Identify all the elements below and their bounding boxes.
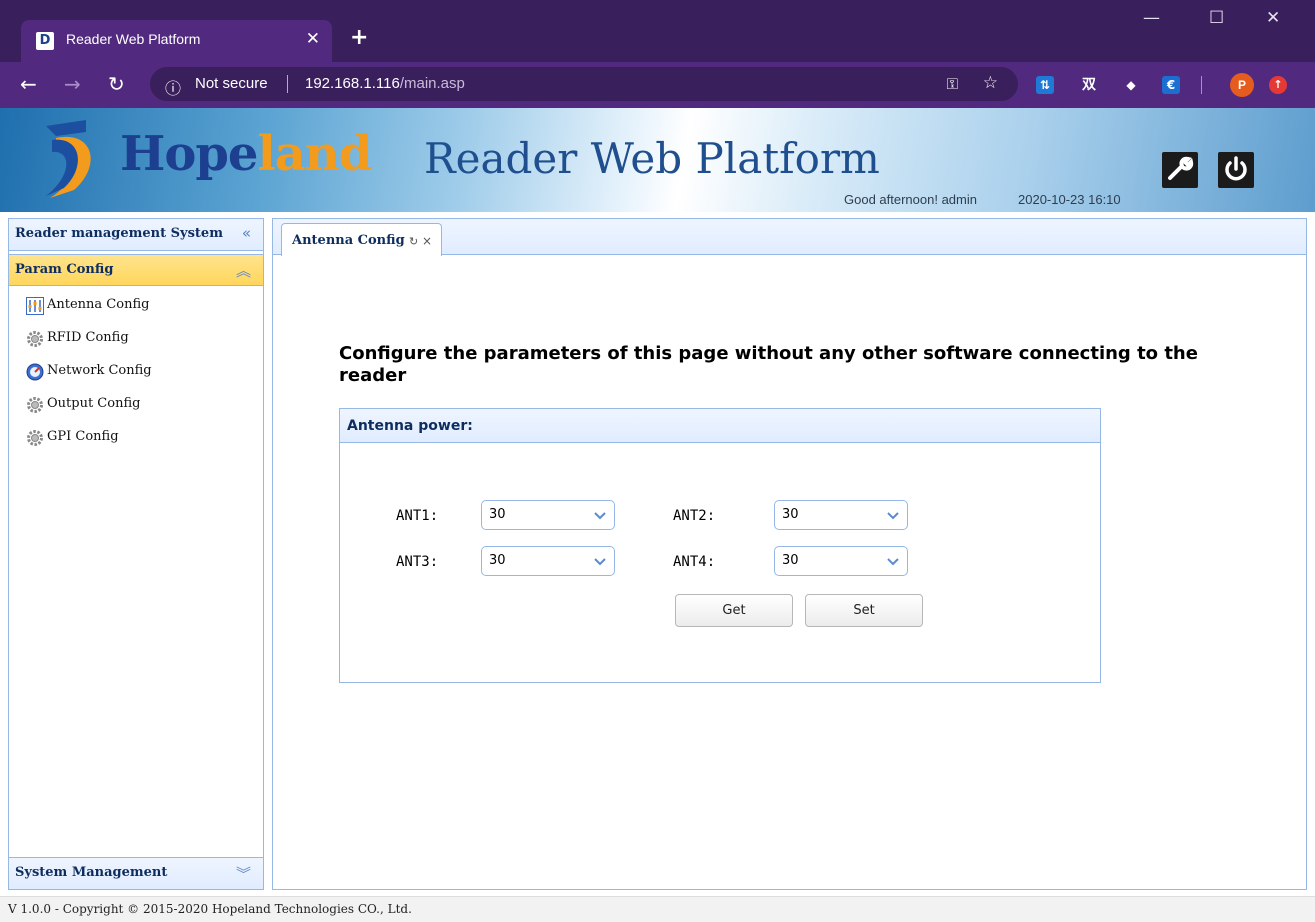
url-host: 192.168.1.116	[305, 75, 400, 92]
wrench-icon	[1168, 156, 1194, 180]
chevron-down-icon	[594, 512, 606, 520]
favicon-icon: D	[36, 32, 54, 50]
menu-item-label: Network Config	[47, 363, 152, 378]
ext-shuang-icon[interactable]: 双	[1080, 76, 1098, 94]
browser-tab-bar: D Reader Web Platform ✕ + — ☐ ✕	[0, 0, 1315, 62]
close-icon[interactable]: ×	[422, 234, 432, 248]
security-label[interactable]: Not secure	[195, 75, 268, 92]
browser-toolbar: ← → ↻ ⓘ Not secure 192.168.1.116/main.as…	[0, 62, 1315, 108]
antenna-power-panel: Antenna power: ANT1: 30 ANT2: 30 ANT3: 3…	[339, 408, 1101, 683]
gear-icon	[27, 430, 43, 446]
chevron-down-icon	[887, 512, 899, 520]
ant2-power-select[interactable]: 30	[774, 500, 908, 530]
ant4-power-select[interactable]: 30	[774, 546, 908, 576]
chevron-down-icon	[594, 558, 606, 566]
box-ext-icon[interactable]: ◆	[1122, 76, 1140, 94]
brand-accent: land	[257, 126, 372, 182]
antenna-icon	[26, 297, 44, 315]
menu-item-label: Antenna Config	[47, 297, 150, 312]
main-panel: Antenna Config ↻ × Configure the paramet…	[272, 218, 1307, 890]
copyright-text: V 1.0.0 - Copyright © 2015-2020 Hopeland…	[8, 902, 412, 916]
address-divider	[287, 75, 288, 93]
gear-icon	[27, 331, 43, 347]
info-icon[interactable]: ⓘ	[165, 75, 181, 99]
settings-wrench-button[interactable]	[1162, 152, 1198, 188]
power-button[interactable]	[1218, 152, 1254, 188]
set-button-label: Set	[853, 603, 875, 618]
url-path: /main.asp	[399, 75, 465, 92]
content-tab-strip: Antenna Config ↻ ×	[273, 219, 1306, 256]
panel-header: Antenna power:	[340, 409, 1100, 443]
brand-main: Hope	[120, 126, 258, 182]
ant3-label: ANT3:	[396, 554, 439, 570]
reload-icon[interactable]: ↻	[108, 72, 125, 96]
forward-arrow-icon[interactable]: →	[64, 72, 81, 96]
greeting-text: Good afternoon! admin	[844, 192, 977, 207]
param-config-label: Param Config	[15, 262, 114, 277]
ant3-value: 30	[489, 553, 506, 568]
ant1-power-select[interactable]: 30	[481, 500, 615, 530]
url-text[interactable]: 192.168.1.116/main.asp	[305, 75, 465, 92]
get-button-label: Get	[722, 603, 746, 618]
maximize-button[interactable]: ☐	[1209, 8, 1224, 28]
footer: V 1.0.0 - Copyright © 2015-2020 Hopeland…	[0, 896, 1315, 922]
browser-tab-title: Reader Web Platform	[66, 31, 201, 47]
chevron-down-icon	[887, 558, 899, 566]
app-title: Reader Web Platform	[424, 134, 880, 183]
system-management-group-header[interactable]: System Management ︾	[9, 857, 263, 889]
param-config-group-header[interactable]: Param Config ︽	[9, 254, 263, 286]
sidebar-header: Reader management System «	[9, 219, 263, 251]
ant3-power-select[interactable]: 30	[481, 546, 615, 576]
back-arrow-icon[interactable]: ←	[20, 72, 37, 96]
menu-item-label: RFID Config	[47, 330, 129, 345]
translate-ext-icon[interactable]: ⇅	[1036, 76, 1054, 94]
ant4-value: 30	[782, 553, 799, 568]
chevron-down-icon[interactable]: ︾	[236, 863, 251, 884]
ant2-value: 30	[782, 507, 799, 522]
tab-antenna-config[interactable]: Antenna Config ↻ ×	[281, 223, 442, 256]
collapse-sidebar-icon[interactable]: «	[242, 224, 251, 242]
chevron-up-icon[interactable]: ︽	[236, 260, 251, 281]
menu-item-output-config[interactable]: Output Config	[26, 393, 256, 417]
menu-item-label: GPI Config	[47, 429, 119, 444]
toolbar-divider	[1201, 76, 1202, 94]
new-tab-button[interactable]: +	[350, 25, 368, 50]
menu-item-network-config[interactable]: Network Config	[26, 360, 256, 384]
euro-ext-icon[interactable]: €	[1162, 76, 1180, 94]
hopeland-logo-icon	[46, 120, 91, 198]
refresh-icon[interactable]: ↻	[409, 235, 418, 248]
ant2-label: ANT2:	[673, 508, 716, 524]
app-header: Hopeland Reader Web Platform Good aftern…	[0, 108, 1315, 212]
brand-name: Hopeland	[120, 126, 372, 182]
minimize-button[interactable]: —	[1143, 8, 1160, 28]
tab-label: Antenna Config	[292, 233, 405, 248]
gear-icon	[27, 397, 43, 413]
network-icon	[26, 363, 44, 381]
browser-tab[interactable]: D Reader Web Platform ✕	[21, 20, 332, 62]
sidebar: Reader management System « Param Config …	[8, 218, 264, 890]
update-icon[interactable]: ↑	[1269, 76, 1287, 94]
panel-title: Antenna power:	[347, 418, 473, 434]
address-bar[interactable]: ⓘ Not secure 192.168.1.116/main.asp ⚿ ☆	[150, 67, 1018, 101]
menu-item-label: Output Config	[47, 396, 141, 411]
key-icon[interactable]: ⚿	[947, 75, 958, 93]
set-button[interactable]: Set	[805, 594, 923, 627]
profile-avatar[interactable]: P	[1230, 73, 1254, 97]
menu-item-gpi-config[interactable]: GPI Config	[26, 426, 256, 450]
menu-item-antenna-config[interactable]: Antenna Config	[26, 294, 256, 318]
ant4-label: ANT4:	[673, 554, 716, 570]
get-button[interactable]: Get	[675, 594, 793, 627]
sidebar-title: Reader management System	[15, 226, 223, 241]
bookmark-star-icon[interactable]: ☆	[983, 73, 998, 93]
system-management-label: System Management	[15, 865, 168, 880]
ant1-label: ANT1:	[396, 508, 439, 524]
ant1-value: 30	[489, 507, 506, 522]
power-icon	[1225, 156, 1247, 181]
menu-item-rfid-config[interactable]: RFID Config	[26, 327, 256, 351]
close-window-button[interactable]: ✕	[1266, 8, 1280, 28]
datetime-text: 2020-10-23 16:10	[1018, 192, 1121, 207]
page-heading: Configure the parameters of this page wi…	[339, 343, 1198, 386]
tab-close-icon[interactable]: ✕	[306, 29, 320, 49]
